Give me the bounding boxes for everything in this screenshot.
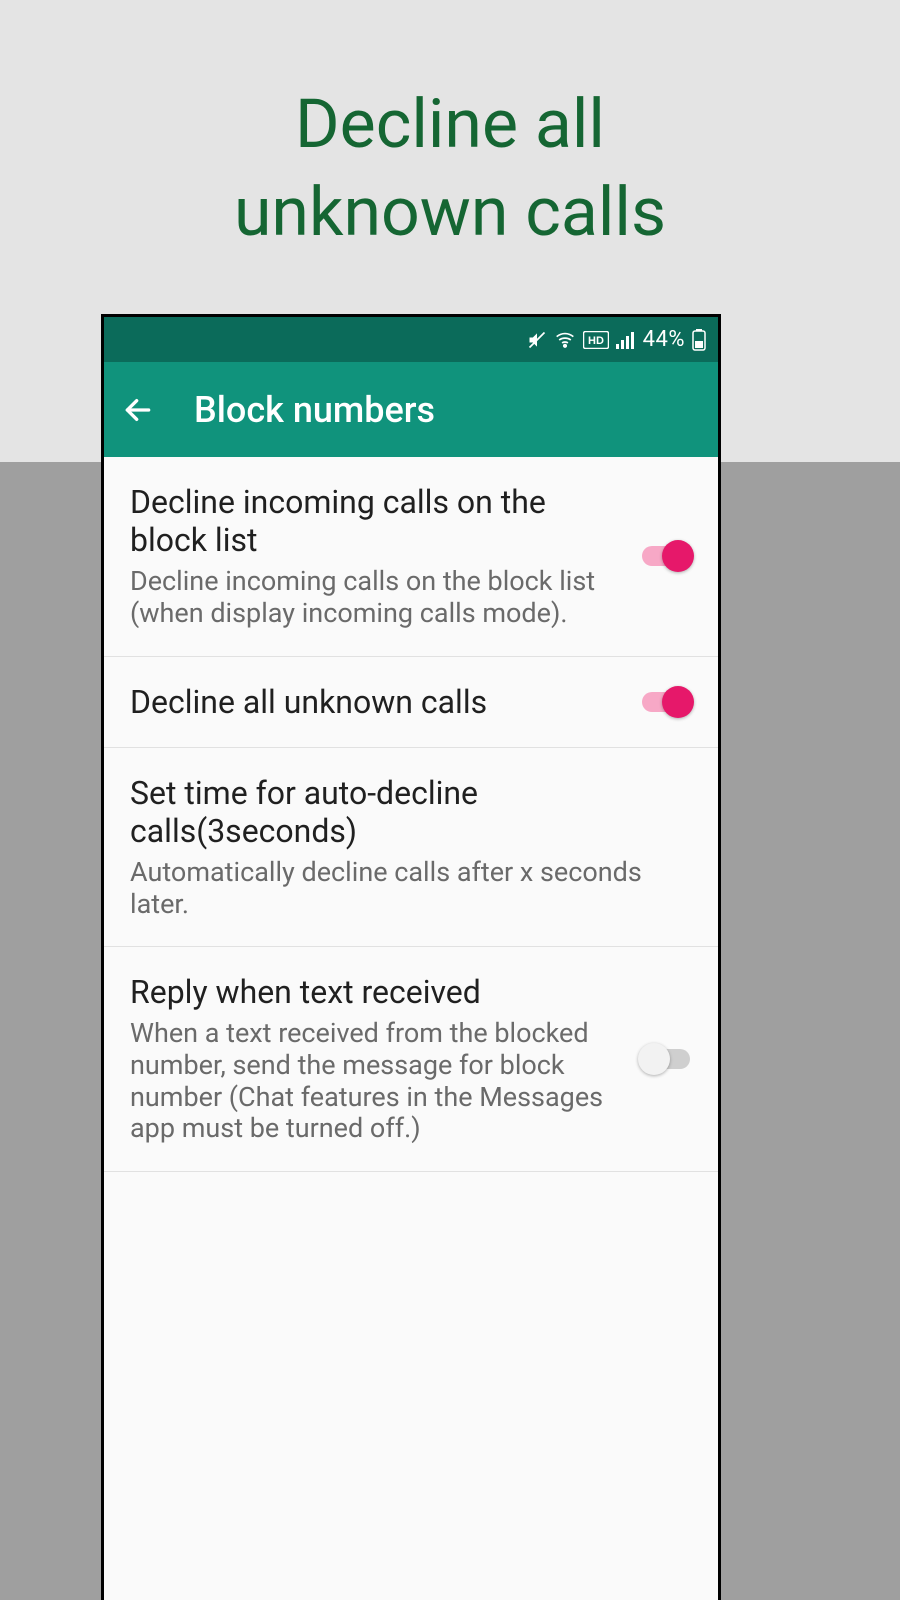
appbar-title: Block numbers [194,389,435,431]
setting-row-reply-text[interactable]: Reply when text received When a text rec… [104,947,718,1172]
promo-title: Decline all unknown calls [0,80,900,257]
toggle-thumb [662,540,694,572]
setting-row-decline-blocklist[interactable]: Decline incoming calls on the block list… [104,457,718,657]
back-button[interactable] [122,394,154,426]
hd-icon: HD [583,331,609,349]
row-text: Decline all unknown calls [130,683,638,721]
row-title: Decline all unknown calls [130,683,624,721]
row-title: Decline incoming calls on the block list [130,483,624,560]
setting-row-decline-unknown[interactable]: Decline all unknown calls [104,657,718,748]
toggle-thumb [662,686,694,718]
row-text: Set time for auto-decline calls(3seconds… [130,774,694,921]
row-title: Reply when text received [130,973,624,1011]
svg-text:HD: HD [588,335,604,347]
wifi-icon [554,330,576,350]
phone-frame: HD 44% Block numbers Decline incoming ca… [101,314,721,1600]
row-subtitle: Automatically decline calls after x seco… [130,857,680,921]
toggle-thumb [638,1043,670,1075]
promo-line1: Decline all [295,84,605,164]
arrow-left-icon [122,394,154,426]
status-bar: HD 44% [104,317,718,362]
app-bar: Block numbers [104,362,718,457]
toggle-decline-unknown[interactable] [638,686,694,718]
row-text: Reply when text received When a text rec… [130,973,638,1145]
row-subtitle: When a text received from the blocked nu… [130,1018,624,1145]
row-text: Decline incoming calls on the block list… [130,483,638,630]
promo-line2: unknown calls [234,172,666,252]
row-subtitle: Decline incoming calls on the block list… [130,566,624,630]
setting-row-auto-decline-time[interactable]: Set time for auto-decline calls(3seconds… [104,748,718,948]
row-title: Set time for auto-decline calls(3seconds… [130,774,680,851]
toggle-reply-text[interactable] [638,1043,694,1075]
battery-text: 44% [643,327,685,352]
mute-icon [527,330,547,350]
settings-list: Decline incoming calls on the block list… [104,457,718,1600]
signal-icon [616,331,636,349]
battery-icon [692,329,706,351]
toggle-decline-blocklist[interactable] [638,540,694,572]
